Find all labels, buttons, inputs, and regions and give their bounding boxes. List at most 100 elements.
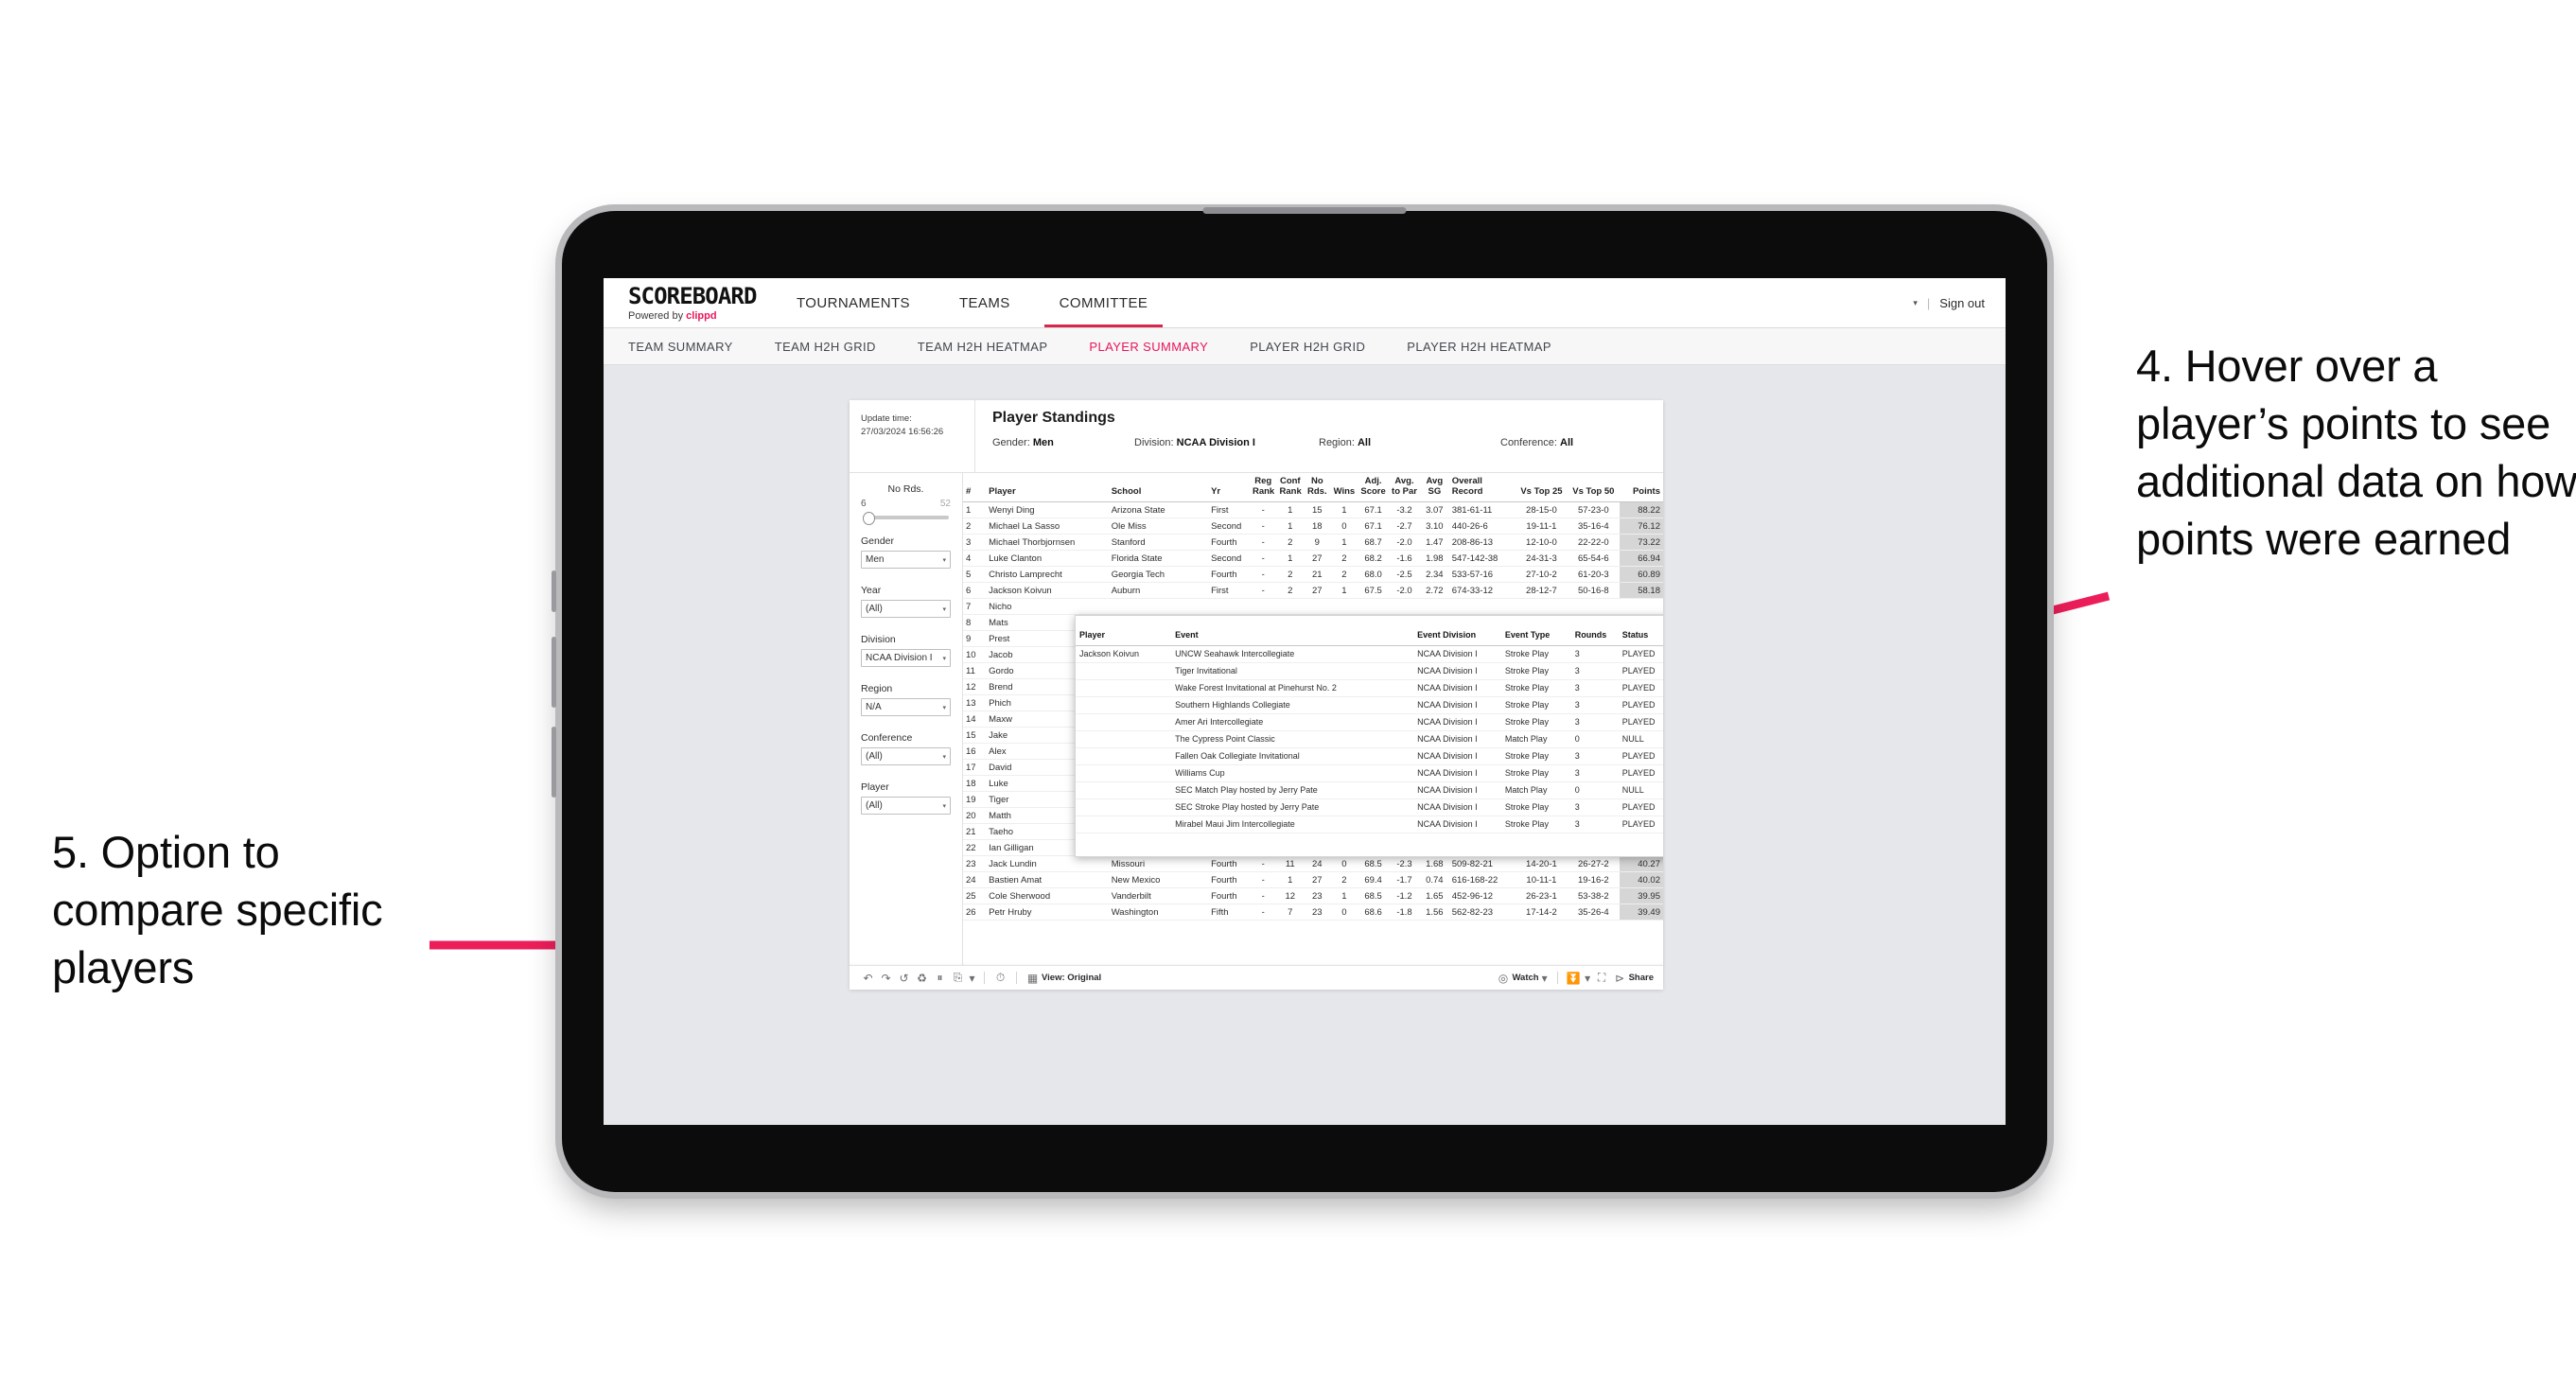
chevron-down-icon[interactable]: ▾ (1539, 972, 1551, 985)
undo-icon[interactable]: ↶ (859, 972, 877, 985)
view-original-icon[interactable]: ⎘ (949, 971, 967, 985)
col-overall-record[interactable]: Overall Record (1448, 473, 1516, 503)
nav-committee[interactable]: COMMITTEE (1035, 278, 1173, 327)
cell-points[interactable]: 39.95 (1619, 887, 1663, 905)
cell-num: 24 (963, 871, 987, 889)
col-adj-score[interactable]: Adj. Score (1358, 473, 1390, 503)
cell-wins: 1 (1330, 582, 1358, 600)
col-player[interactable]: Player (986, 473, 1109, 503)
chevron-down-icon: ▾ (942, 704, 946, 711)
col-vs-top-50[interactable]: Vs Top 50 (1567, 473, 1620, 503)
year-select[interactable]: (All) ▾ (861, 600, 951, 618)
table-row[interactable]: 4 Luke Clanton Florida State Second -1 27 2 68.… (963, 550, 1663, 568)
cell-points[interactable]: 60.89 (1619, 566, 1663, 584)
cell-points[interactable]: 58.18 (1619, 582, 1663, 600)
conference-select[interactable]: (All) ▾ (861, 747, 951, 765)
watch-icon[interactable]: ◎ (1494, 972, 1512, 985)
table-row[interactable]: 6 Jackson Koivun Auburn First -2 27 1 67.5 -2.0 2… (963, 582, 1663, 600)
divider (1016, 972, 1017, 984)
tt-cell-type: Stroke Play (1500, 816, 1571, 833)
table-row[interactable]: 1 Wenyi Ding Arizona State First -1 15 1 67.1 -3… (963, 501, 1663, 519)
col-no-rds[interactable]: No Rds. (1304, 473, 1331, 503)
cell-rds: 18 (1304, 518, 1331, 535)
tooltip-spacer-cell (1076, 833, 1663, 856)
cell-points[interactable]: 40.27 (1619, 855, 1663, 873)
col-school[interactable]: School (1108, 473, 1209, 503)
col-vs-top-25[interactable]: Vs Top 25 (1515, 473, 1568, 503)
share-label[interactable]: Share (1629, 973, 1654, 983)
col-reg-rank[interactable]: Reg Rank (1249, 473, 1277, 503)
cell-conf: 11 (1276, 855, 1305, 873)
tt-cell-player (1076, 662, 1172, 680)
table-row[interactable]: 7 Nicho (963, 598, 1663, 616)
cell-points[interactable]: 40.02 (1619, 871, 1663, 889)
table-row[interactable]: 26 Petr Hruby Washington Fifth -7 23 0 68.6 -1.8… (963, 904, 1663, 921)
chevron-down-icon[interactable]: ▾ (1913, 298, 1918, 308)
table-row[interactable]: 23 Jack Lundin Missouri Fourth -11 24 0 68.5 -2.… (963, 855, 1663, 873)
nav-teams[interactable]: TEAMS (935, 278, 1035, 327)
filter-gender: Gender Men ▾ (861, 535, 951, 569)
cell-points[interactable] (1619, 598, 1663, 616)
brand-logo[interactable]: SCOREBOARD Powered by clippd (604, 278, 772, 327)
cell-rec: 452-96-12 (1448, 887, 1516, 905)
region-select[interactable]: N/A ▾ (861, 698, 951, 716)
subtab-player-h2h-grid[interactable]: PLAYER H2H GRID (1250, 340, 1365, 354)
col-wins[interactable]: Wins (1330, 473, 1358, 503)
tt-cell-division: NCAA Division I (1413, 764, 1501, 782)
cell-points[interactable]: 88.22 (1619, 501, 1663, 519)
share-icon[interactable]: ⊳ (1611, 972, 1629, 985)
pause-updates-icon[interactable]: ⏸ (931, 971, 949, 985)
table-row[interactable]: 25 Cole Sherwood Vanderbilt Fourth -12 23 1 68.… (963, 887, 1663, 905)
tt-col-event: Event (1171, 616, 1414, 646)
table-row[interactable]: 5 Christo Lamprecht Georgia Tech Fourth -2 21… (963, 566, 1663, 584)
subtab-player-summary[interactable]: PLAYER SUMMARY (1089, 340, 1208, 354)
col-points[interactable]: Points (1619, 473, 1663, 503)
division-select[interactable]: NCAA Division I ▾ (861, 649, 951, 667)
col-conf-rank[interactable]: Conf Rank (1276, 473, 1305, 503)
tooltip-row: Wake Forest Invitational at Pinehurst No… (1076, 679, 1663, 697)
redo-icon[interactable]: ↷ (877, 972, 895, 985)
col-rank[interactable]: # (963, 473, 987, 503)
fullscreen-icon[interactable]: ⛶ (1593, 971, 1611, 985)
watch-label[interactable]: Watch (1512, 973, 1538, 983)
cell-points[interactable]: 39.49 (1619, 904, 1663, 921)
chevron-down-icon: ▾ (942, 605, 946, 613)
cell-points[interactable]: 66.94 (1619, 550, 1663, 568)
subtab-team-h2h-heatmap[interactable]: TEAM H2H HEATMAP (918, 340, 1048, 354)
table-row[interactable]: 3 Michael Thorbjornsen Stanford Fourth -2 9 1 6… (963, 534, 1663, 552)
refresh-icon[interactable]: ♻ (913, 972, 931, 985)
col-yr[interactable]: Yr (1208, 473, 1250, 503)
rounds-slider[interactable] (863, 512, 949, 525)
chevron-down-icon[interactable]: ▾ (1583, 972, 1593, 985)
tt-cell-player (1076, 747, 1172, 765)
cell-num: 4 (963, 550, 987, 568)
subtab-team-h2h-grid[interactable]: TEAM H2H GRID (775, 340, 876, 354)
sign-out-link[interactable]: Sign out (1939, 296, 1985, 310)
gender-select[interactable]: Men ▾ (861, 551, 951, 569)
col-avg-sg[interactable]: Avg SG (1419, 473, 1449, 503)
view-label[interactable]: View: Original (1042, 973, 1101, 983)
player-select[interactable]: (All) ▾ (861, 797, 951, 815)
slider-handle[interactable] (863, 512, 875, 525)
table-row[interactable]: 2 Michael La Sasso Ole Miss Second -1 18 0 67.1… (963, 518, 1663, 535)
cell-rec: 381-61-11 (1448, 501, 1516, 519)
col-avg-to-par[interactable]: Avg. to Par (1389, 473, 1420, 503)
cell-points[interactable]: 73.22 (1619, 534, 1663, 552)
cell-wins: 2 (1330, 550, 1358, 568)
subtab-team-summary[interactable]: TEAM SUMMARY (628, 340, 733, 354)
filter-gender-label: Gender: (992, 437, 1030, 448)
subtab-player-h2h-heatmap[interactable]: PLAYER H2H HEATMAP (1407, 340, 1551, 354)
brand-name: SCOREBOARD (628, 282, 757, 309)
custom-view-icon[interactable]: ▦ (1024, 972, 1042, 985)
history-icon[interactable]: ⏱ (991, 971, 1009, 985)
tt-cell-status: PLAYED (1618, 645, 1663, 663)
nav-tournaments[interactable]: TOURNAMENTS (772, 278, 935, 327)
revert-icon[interactable]: ↺ (895, 972, 913, 985)
download-icon[interactable]: ⏬ (1565, 972, 1583, 985)
cell-points[interactable]: 76.12 (1619, 518, 1663, 535)
chevron-down-icon[interactable]: ▾ (967, 972, 977, 985)
cell-sg: 1.56 (1419, 904, 1449, 921)
table-row[interactable]: 24 Bastien Amat New Mexico Fourth -1 27 2 69.4-… (963, 871, 1663, 889)
cell-num: 19 (963, 791, 987, 809)
tt-cell-division: NCAA Division I (1413, 730, 1501, 748)
